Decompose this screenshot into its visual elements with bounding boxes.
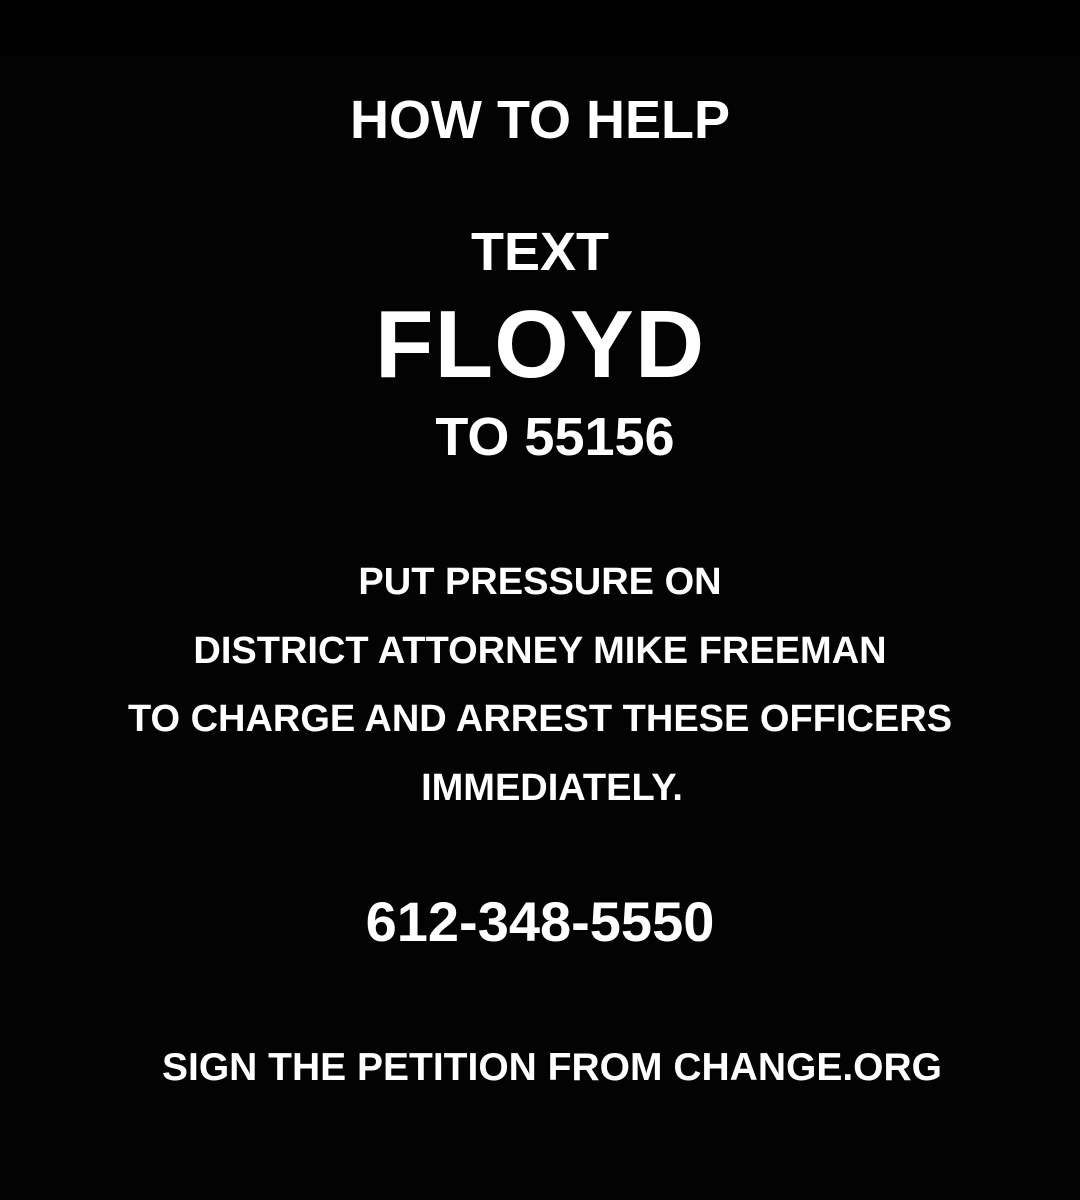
pressure-line-2: DISTRICT ATTORNEY MIKE FREEMAN bbox=[193, 630, 887, 672]
poster-heading: HOW TO HELP bbox=[349, 90, 730, 150]
top-band bbox=[0, 0, 1080, 56]
pressure-line-1: PUT PRESSURE ON bbox=[358, 561, 722, 603]
pressure-line-4: IMMEDIATELY. bbox=[421, 767, 683, 809]
text-shortcode: TO 55156 bbox=[435, 407, 675, 467]
text-keyword: FLOYD bbox=[374, 291, 706, 398]
phone-number: 612-348-5550 bbox=[365, 890, 715, 953]
petition-line: SIGN THE PETITION FROM CHANGE.ORG bbox=[161, 1046, 943, 1089]
text-instruction: TEXT bbox=[470, 222, 609, 282]
pressure-line-3: TO CHARGE AND ARREST THESE OFFICERS bbox=[127, 698, 953, 740]
